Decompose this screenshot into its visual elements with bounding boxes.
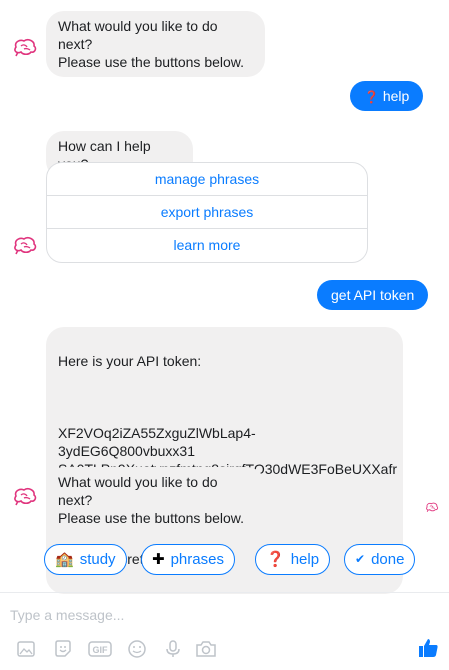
quick-reply-label: help [290,551,320,568]
quick-reply-label: study [79,551,116,568]
sticker-icon[interactable] [52,638,74,660]
emoji-icon[interactable] [126,638,148,660]
microphone-icon[interactable] [162,638,184,660]
camera-icon[interactable] [195,638,217,660]
bot-message: What would you like to do next? Please u… [46,467,265,533]
gif-icon[interactable]: GIF [88,638,112,660]
bot-avatar-icon [12,38,38,58]
bot-message: What would you like to do next? Please u… [46,11,265,77]
button-template: manage phrases export phrases learn more [46,162,368,263]
message-input[interactable]: Type a message... [10,607,124,623]
export-phrases-button[interactable]: export phrases [47,196,367,229]
divider [0,592,449,593]
school-icon: 🏫 [55,551,74,568]
question-icon: ❓ [266,551,285,568]
quick-reply-done[interactable]: ✔ done [344,544,416,575]
svg-text:GIF: GIF [93,645,109,655]
token-intro: Here is your API token: [58,353,202,369]
bot-avatar-icon [12,236,38,256]
bot-avatar-icon [12,487,38,507]
quick-reply-help[interactable]: ❓ help [255,544,331,575]
quick-reply-study[interactable]: 🏫 study [44,544,127,575]
image-icon[interactable] [15,638,37,660]
quick-reply-label: phrases [170,551,224,568]
question-icon: ❓ [364,90,379,104]
user-message: ❓ help [350,81,424,111]
user-message-text: help [382,88,410,104]
learn-more-button[interactable]: learn more [47,229,367,262]
check-icon: ✔ [355,552,366,566]
seen-avatar-icon [425,502,439,513]
quick-reply-label: done [371,551,405,568]
plus-icon: ✚ [152,551,165,568]
manage-phrases-button[interactable]: manage phrases [47,163,367,196]
like-icon[interactable] [416,636,440,660]
quick-reply-phrases[interactable]: ✚ phrases [141,544,235,575]
user-message: get API token [317,280,429,310]
